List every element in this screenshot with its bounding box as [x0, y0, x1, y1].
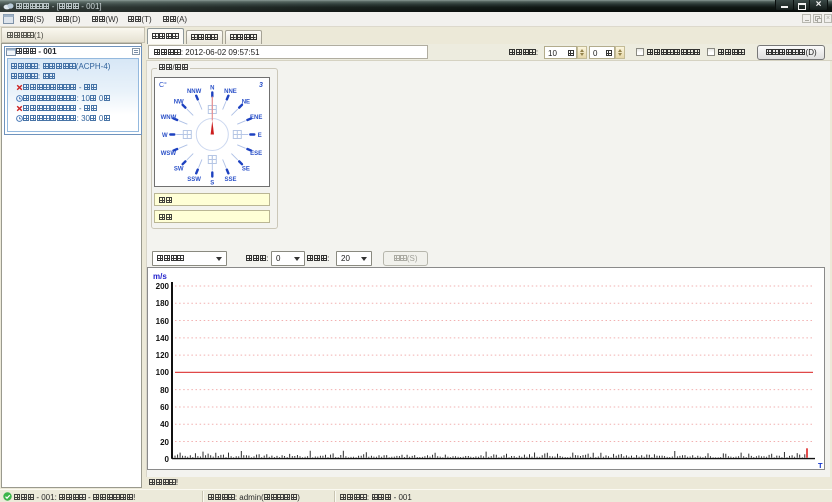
svg-text:NNE: NNE — [224, 89, 237, 95]
svg-text:WSW: WSW — [161, 151, 177, 157]
svg-text:ESE: ESE — [250, 151, 262, 157]
svg-text:SE: SE — [242, 167, 250, 173]
svg-text:3: 3 — [259, 82, 263, 89]
svg-text:E: E — [258, 133, 262, 139]
svg-text:W: W — [162, 133, 168, 139]
svg-text:C°: C° — [159, 81, 167, 89]
svg-text:NNW: NNW — [187, 89, 202, 95]
svg-text:NW: NW — [174, 99, 184, 105]
svg-text:WNW: WNW — [161, 115, 177, 121]
svg-text:N: N — [210, 86, 214, 92]
svg-text:ENE: ENE — [250, 115, 262, 121]
svg-text:T: T — [818, 461, 823, 469]
svg-text:NE: NE — [242, 99, 250, 105]
svg-text:SW: SW — [174, 167, 184, 173]
svg-text:S: S — [210, 181, 214, 187]
svg-text:SSW: SSW — [187, 177, 201, 183]
svg-text:SSE: SSE — [224, 177, 236, 183]
